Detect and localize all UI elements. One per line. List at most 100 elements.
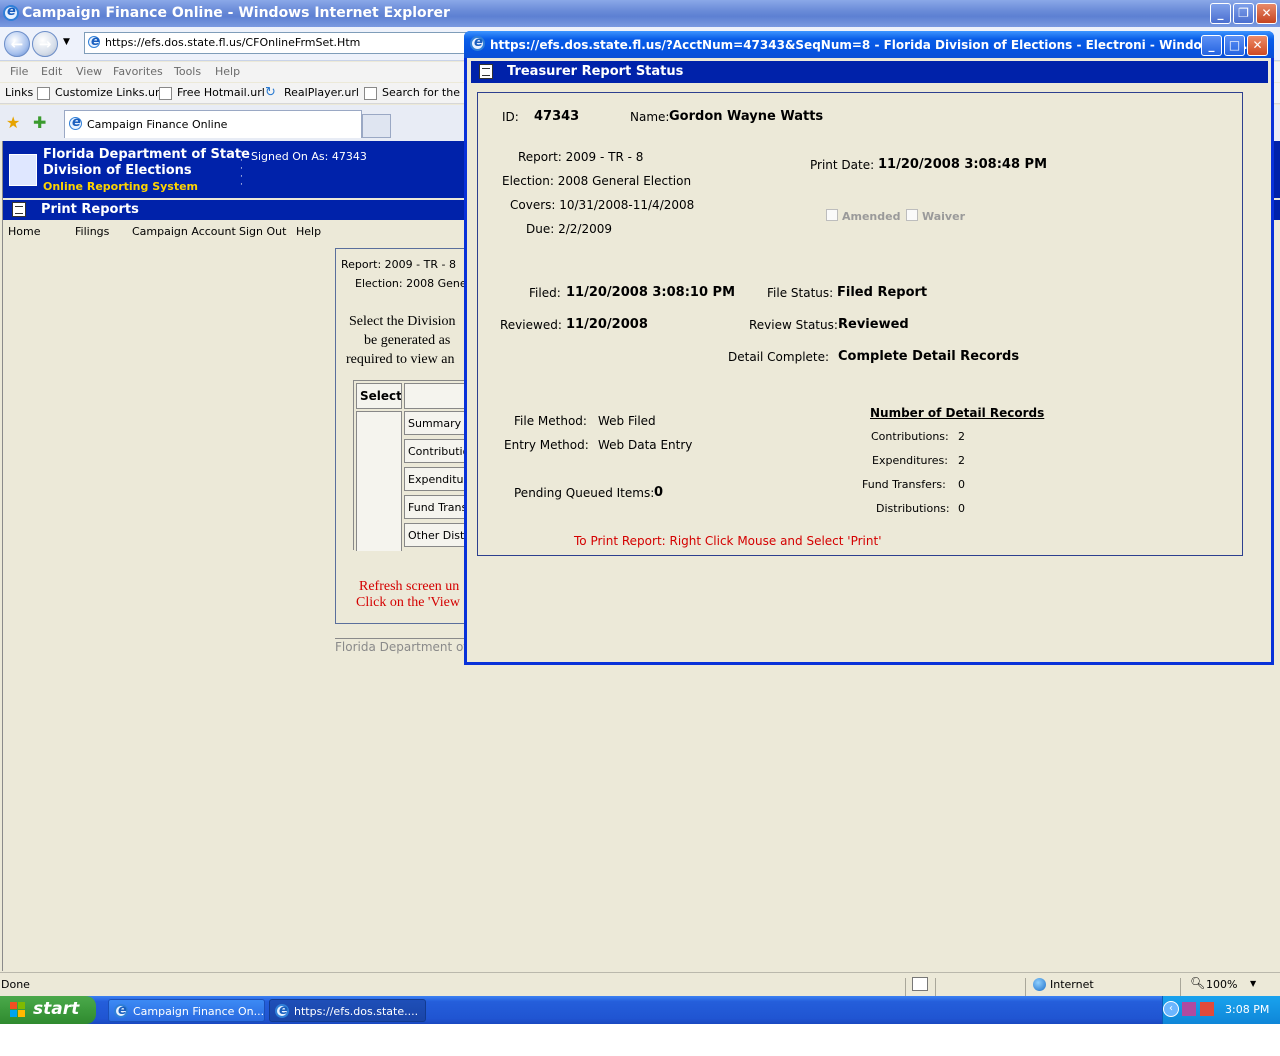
pending-value: 0 — [654, 485, 664, 500]
link-realplayer[interactable]: RealPlayer.url — [284, 86, 359, 99]
file-status-value: Filed Report — [837, 285, 928, 300]
entry-method-value: Web Data Entry — [598, 438, 693, 452]
covers-text: Covers: 10/31/2008-11/4/2008 — [510, 198, 695, 212]
menu-file[interactable]: File — [10, 65, 28, 78]
task-ie-icon — [114, 1003, 128, 1018]
menu-favorites[interactable]: Favorites — [113, 65, 163, 78]
popup-close-button[interactable]: ✕ — [1247, 35, 1268, 56]
link-file-icon — [37, 87, 50, 100]
close-button[interactable]: ✕ — [1256, 3, 1277, 24]
tray-expand-icon[interactable]: ‹ — [1163, 1001, 1179, 1017]
zoom-level[interactable]: 100% — [1206, 978, 1237, 991]
page-icon — [88, 34, 100, 49]
name-value: Gordon Wayne Watts — [669, 109, 824, 124]
tab-campaign-finance[interactable]: Campaign Finance Online — [64, 110, 362, 138]
zoom-dropdown-icon[interactable]: ▼ — [1250, 979, 1256, 988]
print-reports-icon — [12, 202, 26, 217]
report-status-box: ID: 47343 Name: Gordon Wayne Watts Repor… — [477, 92, 1243, 556]
windows-flag-icon — [10, 1002, 27, 1018]
print-hint: To Print Report: Right Click Mouse and S… — [574, 534, 882, 548]
favorites-star-icon[interactable]: ★ — [6, 113, 20, 132]
task-campaign-finance[interactable]: Campaign Finance On... — [108, 999, 265, 1022]
menu-tools[interactable]: Tools — [174, 65, 201, 78]
reviewed-label: Reviewed: — [500, 318, 562, 332]
waiver-checkbox[interactable] — [906, 209, 918, 221]
links-label: Links — [5, 86, 34, 99]
nav-sign-out[interactable]: Sign Out — [239, 225, 286, 238]
id-value: 47343 — [534, 109, 580, 124]
file-method-value: Web Filed — [598, 414, 656, 428]
detail-complete-value: Complete Detail Records — [838, 349, 1020, 364]
new-tab-button[interactable] — [362, 114, 391, 138]
nav-campaign-account[interactable]: Campaign Account — [132, 225, 236, 238]
menu-view[interactable]: View — [76, 65, 102, 78]
ie-logo-icon — [3, 4, 19, 21]
filed-value: 11/20/2008 3:08:10 PM — [566, 285, 735, 300]
start-button[interactable]: start — [0, 996, 96, 1024]
signed-on-text: Signed On As: 47343 — [251, 150, 367, 163]
dept-name: Florida Department of State — [43, 147, 250, 162]
entry-method-label: Entry Method: — [504, 438, 589, 452]
zone-label: Internet — [1050, 978, 1094, 991]
recent-pages-dropdown-icon[interactable]: ▼ — [63, 37, 70, 47]
amended-label: Amended — [842, 210, 901, 223]
restore-button[interactable]: ❐ — [1233, 3, 1254, 24]
bg-instructions-1: Select the Division — [349, 314, 456, 329]
link-file-icon — [364, 87, 377, 100]
menu-help[interactable]: Help — [215, 65, 240, 78]
protected-mode-icon — [912, 977, 928, 991]
waiver-label: Waiver — [922, 210, 965, 223]
election-text: Election: 2008 General Election — [502, 174, 692, 188]
popup-title-bar[interactable]: https://efs.dos.state.fl.us/?AcctNum=473… — [464, 31, 1274, 58]
status-text: Done — [1, 978, 30, 991]
treasurer-report-popup: https://efs.dos.state.fl.us/?AcctNum=473… — [464, 31, 1274, 665]
distributions-count: 0 — [958, 502, 965, 515]
add-favorites-icon[interactable]: ✚ — [33, 113, 46, 132]
realplayer-icon: ↻ — [265, 85, 276, 100]
bg-election: Election: 2008 Genera — [355, 277, 478, 290]
tab-page-icon — [69, 115, 82, 130]
state-seal-icon — [9, 154, 37, 186]
nav-help[interactable]: Help — [296, 225, 321, 238]
address-bar[interactable]: https://efs.dos.state.fl.us/CFOnlineFrmS… — [84, 32, 474, 54]
back-icon[interactable]: ← — [4, 31, 30, 57]
link-file-icon — [159, 87, 172, 100]
start-label: start — [33, 999, 80, 1019]
clock: 3:08 PM — [1225, 1003, 1270, 1016]
select-header: Select — [356, 383, 402, 409]
internet-zone-icon — [1033, 978, 1046, 991]
popup-minimize-button[interactable]: _ — [1201, 35, 1222, 56]
zoom-icon[interactable]: 🔍︎ — [1190, 976, 1205, 990]
forward-icon[interactable]: → — [32, 31, 58, 57]
main-title-bar[interactable]: Campaign Finance Online - Windows Intern… — [0, 0, 1280, 27]
system-tray: ‹ 3:08 PM — [1162, 996, 1280, 1024]
menu-edit[interactable]: Edit — [41, 65, 62, 78]
review-status-value: Reviewed — [838, 317, 909, 332]
popup-title: https://efs.dos.state.fl.us/?AcctNum=473… — [490, 38, 1257, 52]
expenditures-count: 2 — [958, 454, 965, 467]
minimize-button[interactable]: _ — [1210, 3, 1231, 24]
address-text: https://efs.dos.state.fl.us/CFOnlineFrmS… — [105, 36, 361, 49]
pending-label: Pending Queued Items: — [514, 486, 655, 500]
tray-network-icon[interactable] — [1200, 1002, 1214, 1016]
bg-instructions-3: required to view an — [346, 352, 455, 367]
tray-app-icon[interactable] — [1182, 1002, 1196, 1016]
expenditures-label: Expenditures: — [872, 454, 948, 467]
nav-home[interactable]: Home — [8, 225, 40, 238]
task-ie-icon — [275, 1003, 289, 1018]
contributions-label: Contributions: — [871, 430, 949, 443]
amended-checkbox[interactable] — [826, 209, 838, 221]
link-customize[interactable]: Customize Links.url — [55, 86, 163, 99]
task-efs-popup[interactable]: https://efs.dos.state.... — [269, 999, 426, 1022]
status-bar: Done Internet 🔍︎ 100% ▼ — [0, 972, 1280, 996]
tab-label: Campaign Finance Online — [87, 118, 228, 131]
nav-filings[interactable]: Filings — [75, 225, 109, 238]
task-label-1: Campaign Finance On... — [133, 1005, 265, 1018]
filed-label: Filed: — [529, 286, 561, 300]
page-footer: Florida Department of S — [335, 638, 475, 654]
treasurer-report-icon — [479, 64, 493, 79]
bg-report: Report: 2009 - TR - 8 — [341, 258, 456, 271]
popup-body: Treasurer Report Status ID: 47343 Name: … — [467, 58, 1271, 662]
popup-maximize-button[interactable]: □ — [1224, 35, 1245, 56]
link-hotmail[interactable]: Free Hotmail.url — [177, 86, 265, 99]
